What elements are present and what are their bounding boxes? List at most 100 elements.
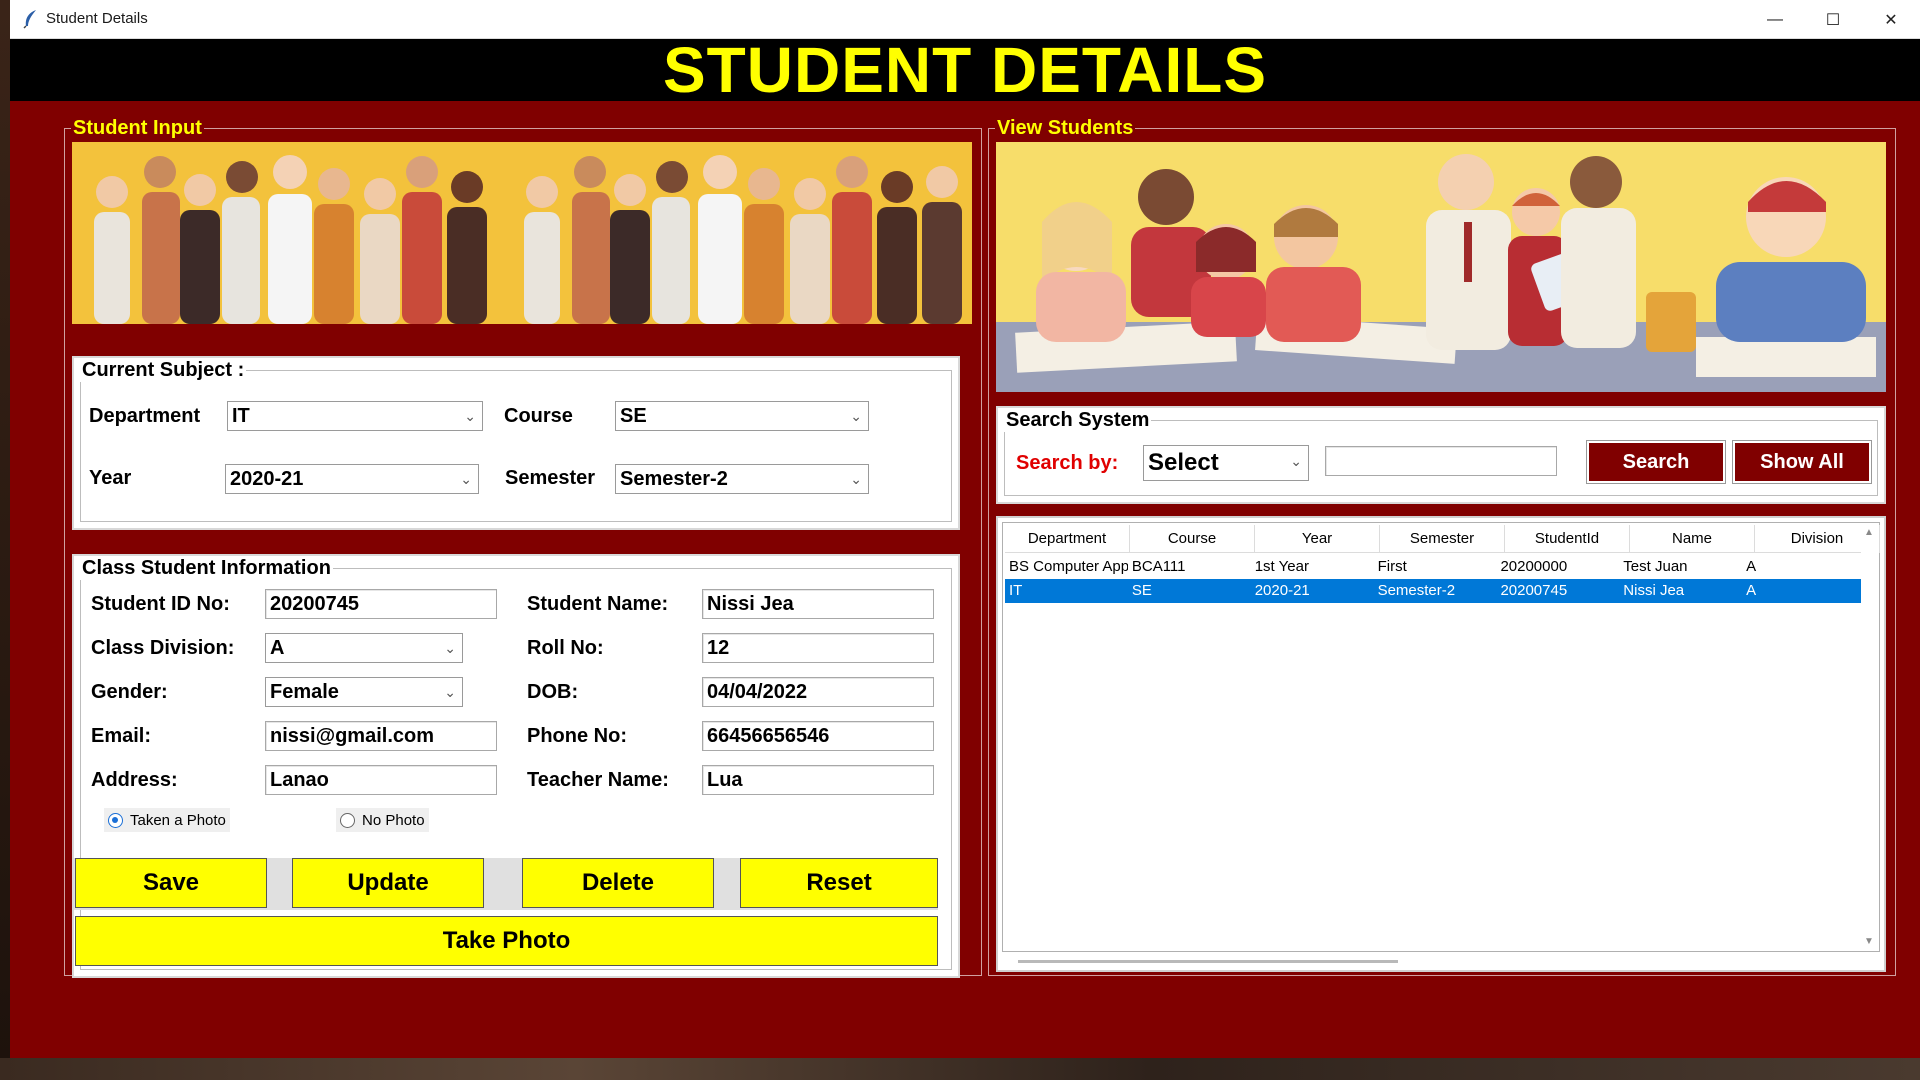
chevron-down-icon: ⌄ (460, 471, 472, 487)
update-button[interactable]: Update (292, 858, 484, 908)
chevron-down-icon: ⌄ (850, 471, 862, 487)
radio-taken-photo[interactable]: Taken a Photo (104, 808, 230, 832)
table-cell: BS Computer Applications (1009, 558, 1128, 575)
page-title: STUDENT DETAILS (662, 34, 1268, 106)
roll-no-label: Roll No: (527, 637, 604, 659)
email-field[interactable]: nissi@gmail.com (265, 721, 497, 751)
horizontal-scrollbar[interactable] (1018, 960, 1398, 963)
maximize-button[interactable]: ☐ (1804, 0, 1862, 39)
desktop-taskbar-edge (0, 1058, 1920, 1080)
radio-selected-icon (108, 812, 123, 828)
study-group-banner-illustration (996, 142, 1886, 392)
students-crowd-illustration (72, 142, 972, 324)
current-subject-border (80, 370, 952, 522)
roll-no-field[interactable]: 12 (702, 633, 934, 663)
course-value: SE (620, 405, 647, 427)
minimize-icon: — (1767, 10, 1783, 28)
table-cell: Semester-2 (1377, 582, 1456, 599)
address-label: Address: (91, 769, 178, 791)
table-cell: A (1746, 582, 1757, 599)
reset-button[interactable]: Reset (740, 858, 938, 908)
department-value: IT (232, 405, 250, 427)
show-all-button[interactable]: Show All (1732, 440, 1872, 484)
gender-value: Female (270, 681, 339, 703)
teacher-name-label: Teacher Name: (527, 769, 669, 791)
student-id-label: Student ID No: (91, 593, 230, 615)
maximize-icon: ☐ (1825, 11, 1841, 29)
table-cell: 20200745 (1500, 582, 1568, 599)
table-cell: 20200000 (1500, 558, 1568, 575)
class-student-info-panel: Class Student Information Student ID No:… (72, 554, 960, 978)
radio-taken-photo-label: Taken a Photo (130, 811, 226, 829)
department-select[interactable]: IT ⌄ (227, 401, 483, 431)
close-button[interactable]: ✕ (1862, 0, 1920, 39)
course-select[interactable]: SE ⌄ (615, 401, 869, 431)
scroll-down-icon[interactable]: ▼ (1864, 936, 1874, 947)
student-name-label: Student Name: (527, 593, 669, 615)
column-header-course[interactable]: Course (1130, 525, 1255, 553)
minimize-button[interactable]: — (1746, 0, 1804, 39)
vertical-scrollbar[interactable]: ▲ ▼ (1861, 523, 1879, 951)
class-division-value: A (270, 637, 285, 659)
teacher-name-field[interactable]: Lua (702, 765, 934, 795)
address-field[interactable]: Lanao (265, 765, 497, 795)
gender-select[interactable]: Female ⌄ (265, 677, 463, 707)
column-header-department[interactable]: Department (1005, 525, 1130, 553)
search-by-label: Search by: (1016, 452, 1119, 474)
table-row-selected[interactable]: IT SE 2020-21 Semester-2 20200745 Nissi … (1005, 579, 1865, 603)
table-cell: Nissi Jea (1623, 582, 1685, 599)
take-photo-button[interactable]: Take Photo (75, 916, 938, 966)
table-row[interactable]: BS Computer Applications BCA111 1st Year… (1005, 555, 1865, 579)
students-table-panel: Department Course Year Semester StudentI… (996, 516, 1886, 972)
radio-no-photo[interactable]: No Photo (336, 808, 429, 832)
students-table: Department Course Year Semester StudentI… (1002, 522, 1880, 952)
chevron-down-icon: ⌄ (850, 408, 862, 424)
table-cell: IT (1009, 582, 1023, 599)
chevron-down-icon: ⌄ (1290, 453, 1302, 469)
table-header: Department Course Year Semester StudentI… (1005, 525, 1880, 553)
scroll-up-icon[interactable]: ▲ (1864, 527, 1874, 538)
gender-label: Gender: (91, 681, 168, 703)
search-input[interactable] (1325, 446, 1557, 476)
class-division-label: Class Division: (91, 637, 235, 659)
year-value: 2020-21 (230, 468, 304, 490)
search-by-select[interactable]: Select ⌄ (1143, 445, 1309, 481)
semester-value: Semester-2 (620, 468, 728, 490)
save-button[interactable]: Save (75, 858, 267, 908)
table-cell: 2020-21 (1254, 582, 1310, 599)
app-window: Student Details — ☐ ✕ STUDENT DETAILS St… (10, 0, 1920, 1058)
feather-icon (23, 10, 36, 29)
class-division-select[interactable]: A ⌄ (265, 633, 463, 663)
course-label: Course (504, 405, 573, 427)
phone-field[interactable]: 66456656546 (702, 721, 934, 751)
column-header-studentid[interactable]: StudentId (1505, 525, 1630, 553)
search-system-label: Search System (1004, 408, 1152, 432)
student-id-field[interactable]: 20200745 (265, 589, 497, 619)
table-cell: First (1377, 558, 1407, 575)
students-banner-illustration (72, 142, 972, 324)
search-system-panel: Search System Search by: Select ⌄ Search… (996, 406, 1886, 504)
radio-no-photo-label: No Photo (362, 811, 425, 829)
chevron-down-icon: ⌄ (464, 408, 476, 424)
table-cell: 1st Year (1254, 558, 1309, 575)
chevron-down-icon: ⌄ (444, 640, 456, 656)
current-subject-panel: Current Subject : Department IT ⌄ Course… (72, 356, 960, 530)
desktop-edge (0, 0, 10, 1080)
column-header-semester[interactable]: Semester (1380, 525, 1505, 553)
search-by-value: Select (1148, 449, 1219, 476)
dob-field[interactable]: 04/04/2022 (702, 677, 934, 707)
semester-label: Semester (505, 467, 596, 489)
view-students-label: View Students (995, 117, 1136, 139)
table-cell: SE (1131, 582, 1152, 599)
column-header-year[interactable]: Year (1255, 525, 1380, 553)
chevron-down-icon: ⌄ (444, 684, 456, 700)
window-title: Student Details (46, 10, 148, 27)
student-input-label: Student Input (71, 117, 204, 139)
semester-select[interactable]: Semester-2 ⌄ (615, 464, 869, 494)
year-select[interactable]: 2020-21 ⌄ (225, 464, 479, 494)
search-button[interactable]: Search (1586, 440, 1726, 484)
column-header-name[interactable]: Name (1630, 525, 1755, 553)
student-name-field[interactable]: Nissi Jea (702, 589, 934, 619)
delete-button[interactable]: Delete (522, 858, 714, 908)
current-subject-label: Current Subject : (80, 358, 247, 382)
